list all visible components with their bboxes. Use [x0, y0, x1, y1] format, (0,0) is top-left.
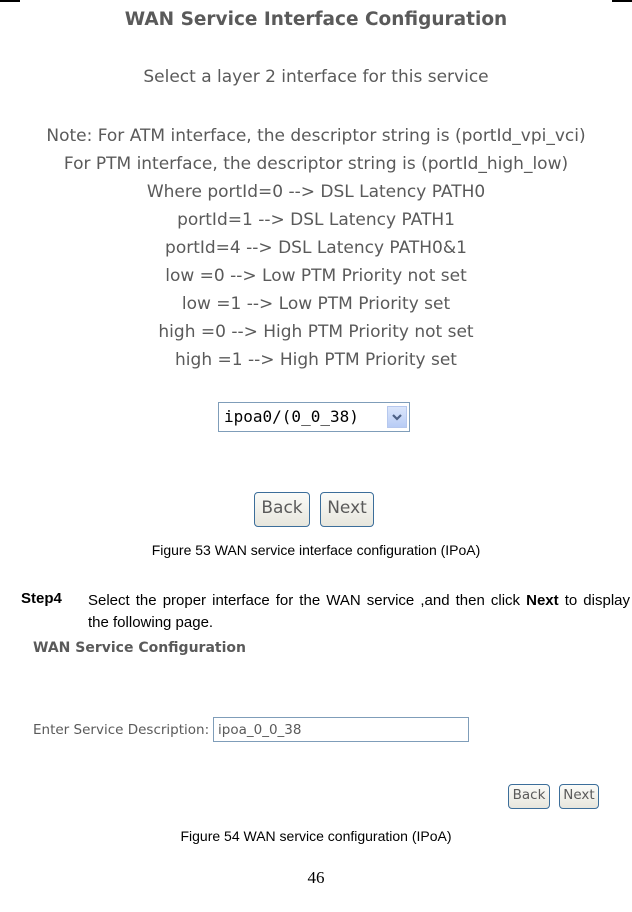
note-line: For PTM interface, the descriptor string…: [63, 154, 569, 174]
step-text: Select the proper interface for the WAN …: [88, 590, 630, 634]
figure-54-caption: Figure 54 WAN service configuration (IPo…: [180, 828, 452, 844]
service-description-label: Enter Service Description:: [33, 722, 210, 738]
note-line: portId=1 --> DSL Latency PATH1: [177, 210, 455, 230]
back-button[interactable]: Back: [254, 492, 310, 527]
step-text-bold: Next: [526, 592, 559, 609]
note-line: low =1 --> Low PTM Priority set: [181, 294, 451, 314]
header-rule-right: [612, 0, 632, 2]
chevron-down-icon[interactable]: [387, 406, 407, 428]
page-number: 46: [307, 868, 325, 887]
note-line: high =1 --> High PTM Priority set: [175, 350, 457, 370]
note-line: Where portId=0 --> DSL Latency PATH0: [146, 182, 486, 202]
note-line: portId=4 --> DSL Latency PATH0&1: [165, 238, 467, 258]
note-line: low =0 --> Low PTM Priority not set: [165, 266, 467, 286]
interface-select[interactable]: ipoa0/(0_0_38): [218, 402, 410, 432]
interface-select-value: ipoa0/(0_0_38): [224, 407, 359, 426]
layer2-instruction: Select a layer 2 interface for this serv…: [143, 67, 489, 87]
next-button[interactable]: Next: [559, 784, 599, 809]
service-description-input[interactable]: [213, 717, 469, 742]
figure-53-caption: Figure 53 WAN service interface configur…: [151, 542, 481, 558]
back-button[interactable]: Back: [508, 784, 550, 809]
step-text-part: Select the proper interface for the WAN …: [88, 592, 527, 609]
note-line: high =0 --> High PTM Priority not set: [158, 322, 474, 342]
note-line: Note: For ATM interface, the descriptor …: [46, 126, 586, 146]
wan-service-config-title: WAN Service Configuration: [33, 640, 246, 656]
descriptor-notes: Note: For ATM interface, the descriptor …: [0, 122, 632, 374]
step-label: Step4: [21, 590, 62, 607]
wan-service-interface-title: WAN Service Interface Configuration: [124, 9, 508, 30]
header-rule-left: [0, 0, 20, 2]
next-button[interactable]: Next: [320, 492, 374, 527]
